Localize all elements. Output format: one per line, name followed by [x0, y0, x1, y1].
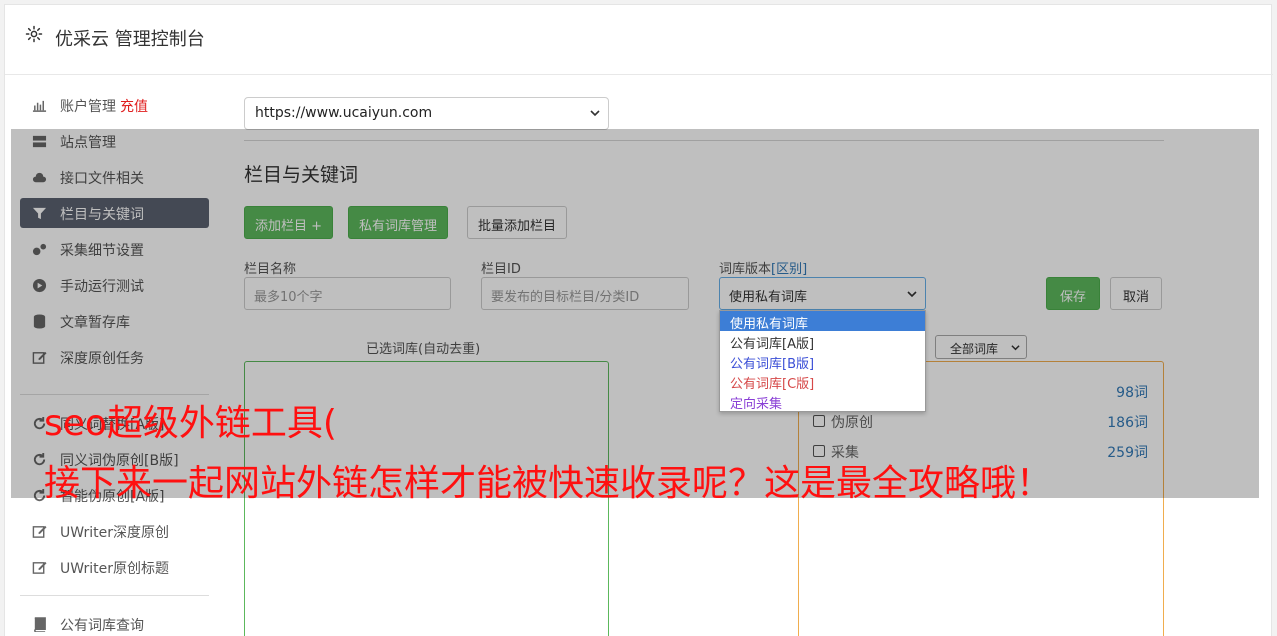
version-option[interactable]: 使用私有词库	[720, 311, 925, 332]
sidebar-item-uwriter-title[interactable]: UWriter原创标题	[20, 552, 209, 582]
sidebar-item-account[interactable]: 账户管理 充值	[20, 90, 209, 120]
version-option[interactable]: 公有词库[C版]	[720, 371, 925, 392]
sidebar-item-uwriter-deep[interactable]: UWriter深度原创	[20, 516, 209, 546]
sidebar-item-label: 公有词库查询	[60, 618, 144, 634]
sidebar-item-label: UWriter原创标题	[60, 561, 169, 577]
site-select-value: https://www.ucaiyun.com	[255, 105, 433, 121]
sidebar-item-public-lib[interactable]: 公有词库查询	[20, 609, 209, 636]
recharge-link[interactable]: 充值	[120, 99, 148, 115]
chevron-down-icon	[590, 110, 600, 117]
version-option[interactable]: 公有词库[A版]	[720, 331, 925, 352]
sidebar-item-label: 账户管理	[60, 99, 116, 115]
edit-icon	[32, 525, 47, 538]
version-option[interactable]: 定向采集	[720, 391, 925, 412]
sidebar-divider	[20, 595, 209, 596]
caption-line-2: 接下来一起网站外链怎样才能被快速收录呢？这是最全攻略哦！	[44, 463, 1053, 504]
book-icon	[34, 617, 46, 632]
version-option[interactable]: 公有词库[B版]	[720, 351, 925, 372]
header-bar: 优采云 管理控制台	[5, 5, 1273, 75]
sidebar-item-label: UWriter深度原创	[60, 525, 169, 541]
site-select[interactable]: https://www.ucaiyun.com	[244, 97, 609, 130]
page-title: 优采云 管理控制台	[55, 29, 205, 50]
caption-line-1: seo超级外链工具(	[44, 403, 337, 444]
gear-icon	[25, 25, 43, 43]
version-dropdown: 使用私有词库 公有词库[A版] 公有词库[B版] 公有词库[C版] 定向采集	[719, 310, 926, 412]
bar-chart-icon	[32, 100, 47, 112]
edit-icon	[32, 561, 47, 574]
